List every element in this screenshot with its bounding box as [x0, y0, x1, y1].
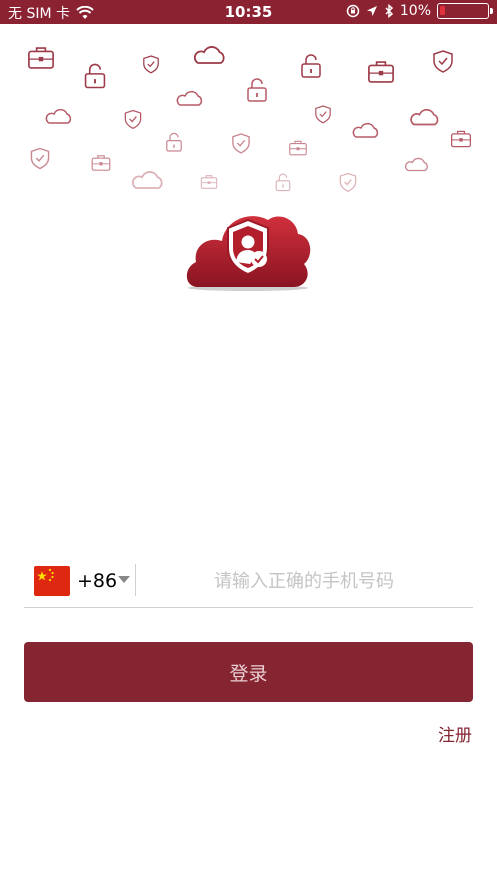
phone-number-row: +86 — [24, 556, 473, 608]
pattern-row-1 — [28, 46, 453, 89]
chevron-down-icon[interactable] — [118, 576, 130, 583]
pattern-row-4 — [131, 171, 357, 192]
status-bar: 无 SIM 卡 10:35 10% — [0, 0, 497, 24]
pattern-row-3 — [30, 132, 428, 172]
battery-level — [440, 6, 445, 15]
china-flag-icon[interactable] — [34, 566, 70, 596]
orientation-lock-icon — [346, 4, 360, 18]
battery-percent: 10% — [399, 3, 431, 19]
battery-icon — [437, 3, 493, 19]
login-button[interactable]: 登录 — [24, 642, 473, 702]
register-link[interactable]: 注册 — [438, 721, 472, 746]
country-code[interactable]: +86 — [77, 570, 117, 592]
location-icon — [366, 6, 377, 16]
background-icon-pattern — [28, 46, 471, 192]
cloud-shield-user-icon — [186, 216, 311, 291]
bluetooth-icon — [385, 4, 393, 18]
status-right: 10% — [346, 3, 493, 19]
divider — [135, 564, 136, 596]
phone-input[interactable] — [144, 564, 464, 598]
pattern-row-2 — [45, 78, 471, 148]
